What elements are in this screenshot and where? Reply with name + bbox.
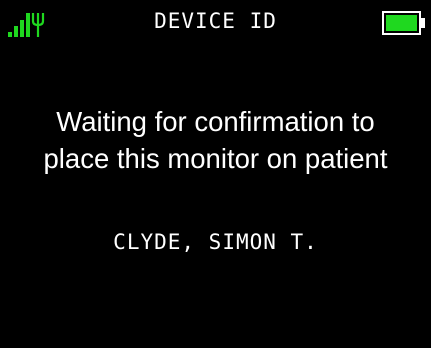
header-title: DEVICE ID bbox=[154, 9, 277, 33]
message-line-1: Waiting for confirmation to bbox=[56, 106, 375, 137]
status-bar: DEVICE ID bbox=[0, 0, 431, 46]
confirmation-message: Waiting for confirmation to place this m… bbox=[0, 103, 431, 177]
patient-name: CLYDE, SIMON T. bbox=[113, 230, 318, 254]
message-line-2: place this monitor on patient bbox=[43, 143, 388, 174]
battery-full-icon bbox=[382, 11, 425, 35]
